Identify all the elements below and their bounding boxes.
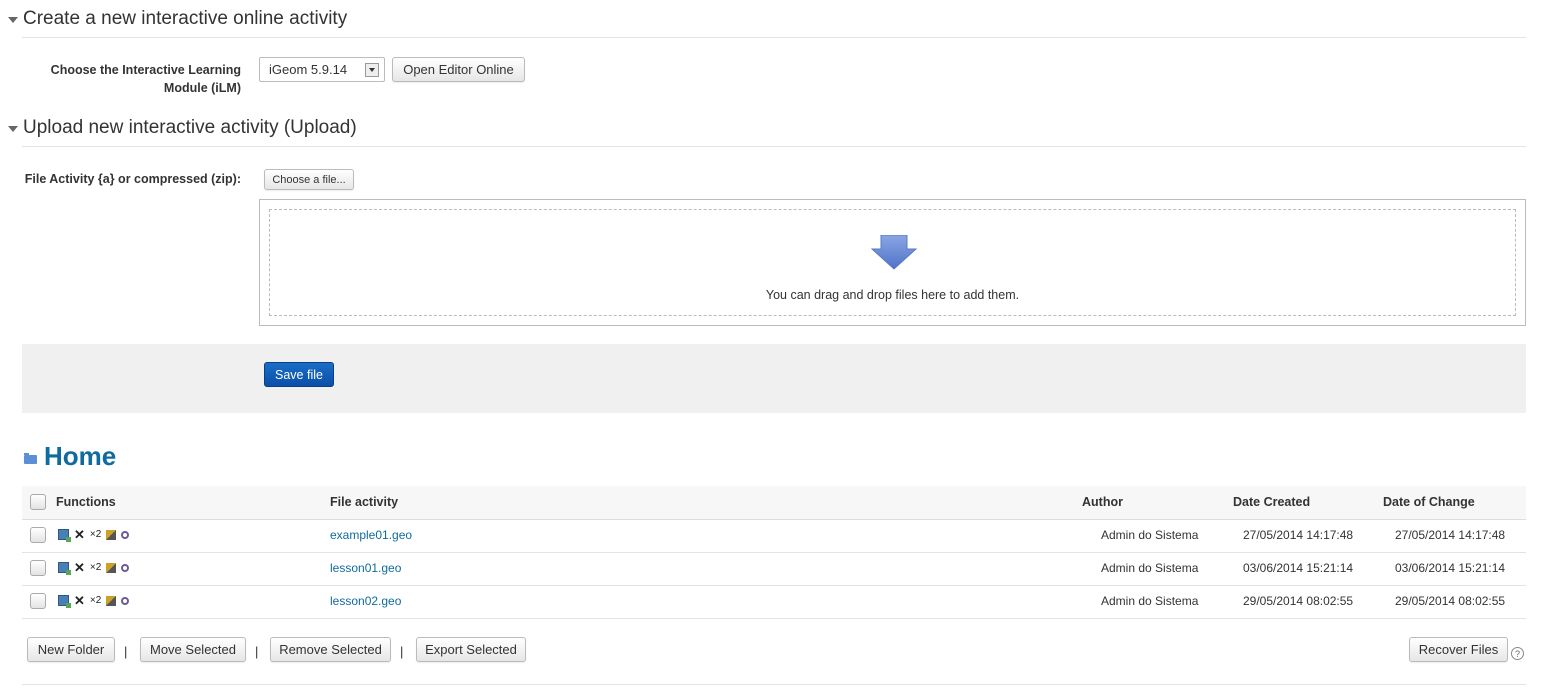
section-create-header[interactable]: Create a new interactive online activity [8, 8, 347, 30]
col-author: Author [1082, 495, 1123, 509]
col-date-changed: Date of Change [1383, 495, 1475, 509]
ilm-label: Choose the Interactive Learning Module (… [50, 63, 241, 95]
collapse-caret-icon[interactable] [8, 17, 18, 23]
file-link[interactable]: example01.geo [330, 528, 412, 542]
author-cell: Admin do Sistema [1101, 561, 1199, 575]
section-upload-title: Upload new interactive activity (Upload) [23, 117, 357, 138]
form-actions-bar [22, 344, 1526, 413]
file-dropzone[interactable]: You can drag and drop files here to add … [259, 199, 1526, 326]
open-editor-button[interactable]: Open Editor Online [392, 57, 525, 82]
file-activity-label: File Activity {a} or compressed (zip): [24, 172, 241, 186]
rename-icon[interactable] [106, 595, 117, 606]
table-row: ✕ ×2 lesson02.geo Admin do Sistema 29/05… [22, 585, 1526, 619]
changed-cell: 29/05/2014 08:02:55 [1395, 594, 1506, 608]
created-cell: 29/05/2014 08:02:55 [1243, 594, 1354, 608]
col-date-created: Date Created [1233, 495, 1311, 509]
dropdown-arrow-icon [365, 63, 379, 77]
created-cell: 03/06/2014 15:21:14 [1243, 561, 1354, 575]
section-upload-header[interactable]: Upload new interactive activity (Upload) [8, 117, 357, 139]
author-cell: Admin do Sistema [1101, 528, 1199, 542]
ilm-select-value: iGeom 5.9.14 [269, 62, 348, 77]
delete-icon[interactable]: ✕ [74, 561, 85, 574]
created-cell: 27/05/2014 14:17:48 [1243, 528, 1354, 542]
home-title: Home [44, 441, 117, 471]
view-icon[interactable] [121, 596, 130, 605]
new-folder-button[interactable]: New Folder [27, 637, 115, 662]
divider [22, 146, 1526, 147]
rename-icon[interactable] [106, 529, 117, 540]
divider [22, 684, 1526, 685]
save-file-button[interactable]: Save file [264, 362, 334, 387]
ilm-select[interactable]: iGeom 5.9.14 [259, 57, 385, 82]
section-create-title: Create a new interactive online activity [23, 8, 348, 29]
download-arrow-icon [871, 235, 917, 270]
export-selected-button[interactable]: Export Selected [416, 637, 526, 662]
edit-image-icon[interactable] [58, 595, 71, 608]
separator: | [255, 644, 259, 659]
file-link[interactable]: lesson01.geo [330, 561, 401, 575]
choose-file-button[interactable]: Choose a file... [264, 169, 354, 190]
dropzone-text: You can drag and drop files here to add … [765, 288, 1020, 302]
row-functions: ✕ ×2 [58, 594, 130, 608]
divider [22, 37, 1526, 38]
delete-icon[interactable]: ✕ [74, 528, 85, 541]
duplicate-icon[interactable]: ×2 [90, 595, 101, 606]
edit-image-icon[interactable] [58, 562, 71, 575]
dropzone-area[interactable]: You can drag and drop files here to add … [269, 209, 1516, 316]
table-header: Functions File activity Author Date Crea… [22, 486, 1526, 520]
row-checkbox[interactable] [30, 593, 46, 609]
changed-cell: 03/06/2014 15:21:14 [1395, 561, 1506, 575]
separator: | [400, 644, 404, 659]
table-row: ✕ ×2 example01.geo Admin do Sistema 27/0… [22, 519, 1526, 553]
duplicate-icon[interactable]: ×2 [90, 562, 101, 573]
select-all-checkbox[interactable] [30, 494, 46, 510]
table-row: ✕ ×2 lesson01.geo Admin do Sistema 03/06… [22, 552, 1526, 586]
view-icon[interactable] [121, 530, 130, 539]
move-selected-button[interactable]: Move Selected [140, 637, 246, 662]
remove-selected-button[interactable]: Remove Selected [270, 637, 391, 662]
row-functions: ✕ ×2 [58, 561, 130, 575]
file-link[interactable]: lesson02.geo [330, 594, 401, 608]
row-checkbox[interactable] [30, 527, 46, 543]
author-cell: Admin do Sistema [1101, 594, 1199, 608]
col-file-activity: File activity [330, 495, 399, 509]
recover-files-button[interactable]: Recover Files [1409, 637, 1508, 662]
row-functions: ✕ ×2 [58, 528, 130, 542]
duplicate-icon[interactable]: ×2 [90, 529, 101, 540]
view-icon[interactable] [121, 563, 130, 572]
row-checkbox[interactable] [30, 560, 46, 576]
changed-cell: 27/05/2014 14:17:48 [1395, 528, 1506, 542]
delete-icon[interactable]: ✕ [74, 594, 85, 607]
help-icon[interactable]: ? [1511, 647, 1524, 660]
col-functions: Functions [56, 495, 116, 509]
home-heading[interactable]: Home [24, 441, 116, 472]
collapse-caret-icon[interactable] [8, 126, 18, 132]
edit-image-icon[interactable] [58, 529, 71, 542]
folder-icon [24, 453, 37, 464]
separator: | [124, 644, 128, 659]
rename-icon[interactable] [106, 562, 117, 573]
